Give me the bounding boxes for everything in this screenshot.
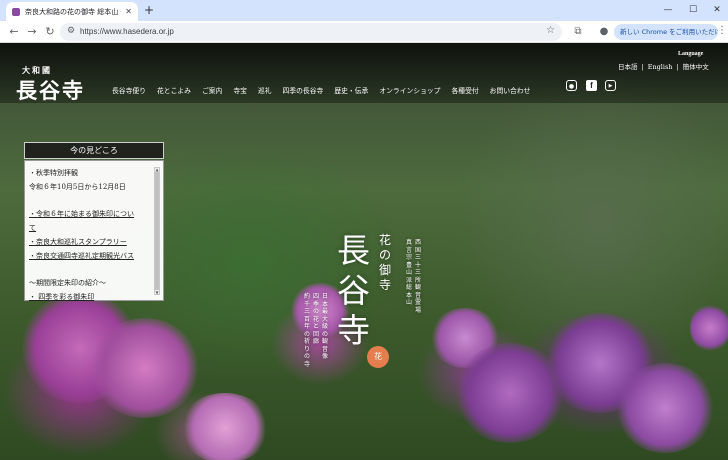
scroll-down-arrow-icon[interactable]: ▼ — [155, 290, 159, 295]
notice-title: 今の見どころ — [24, 142, 164, 159]
notice-link[interactable]: て — [29, 221, 151, 235]
browser-toolbar: ← → ↻ ⚙ https://www.hasedera.or.jp ☆ ⧉ ●… — [0, 21, 728, 43]
language-english[interactable]: English — [648, 63, 673, 71]
instagram-icon[interactable]: ● — [566, 80, 577, 91]
notice-spacer — [29, 263, 151, 276]
language-divider: | — [641, 63, 644, 71]
notice-content: ・秋季特別拝観 令和６年10月5日から12月8日 ・令和６年に始まる御朱印につい… — [29, 166, 151, 304]
nav-item-flowers[interactable]: 花とこよみ — [157, 85, 191, 95]
hydrangea-image — [690, 303, 728, 353]
hero-caption: 西国三十三所観音霊場 — [415, 239, 422, 314]
chrome-update-button[interactable]: 新しい Chrome をご利用いただけます — [614, 24, 718, 40]
chrome-menu-icon[interactable]: ⋮ — [717, 25, 727, 36]
tab-close-icon[interactable]: ✕ — [125, 7, 132, 16]
hydrangea-image — [90, 318, 200, 418]
forward-arrow-icon[interactable]: → — [24, 24, 40, 40]
nav-item-treasures[interactable]: 寺宝 — [233, 85, 247, 95]
browser-tab[interactable]: 奈良大和路の花の御寺 総本山 長谷寺 ✕ — [6, 2, 138, 21]
hero-description: 四季の花と回廊 — [313, 293, 320, 345]
profile-icon[interactable]: ● — [597, 25, 611, 39]
new-tab-button[interactable]: + — [142, 3, 156, 17]
notice-line: ～期間限定朱印の紹介～ — [29, 279, 106, 287]
nav-item-contact[interactable]: お問い合わせ — [490, 85, 531, 95]
hero-title: 長谷寺 — [337, 231, 370, 350]
nav-item-news[interactable]: 長谷寺便り — [112, 85, 146, 95]
site-logo[interactable]: 長谷寺 — [16, 75, 85, 105]
bookmark-star-icon[interactable]: ☆ — [546, 25, 555, 36]
hero-seal-icon: 花 — [367, 346, 389, 368]
website-viewport: 大和國 長谷寺 長谷寺便り 花とこよみ ご案内 寺宝 巡礼 四季の長谷寺 歴史・… — [0, 43, 728, 460]
notice-panel: ・秋季特別拝観 令和６年10月5日から12月8日 ・令和６年に始まる御朱印につい… — [24, 160, 164, 301]
notice-line: 令和６年10月5日から12月8日 — [29, 183, 126, 191]
address-bar[interactable]: ⚙ https://www.hasedera.or.jp ☆ — [60, 23, 562, 41]
notice-link[interactable]: ・奈良交通四寺巡礼定期観光バス — [29, 249, 151, 263]
tab-title: 奈良大和路の花の御寺 総本山 長谷寺 — [25, 7, 121, 16]
notice-scrollbar[interactable]: ▲ ▼ — [154, 167, 160, 295]
nav-item-guide[interactable]: ご案内 — [202, 85, 222, 95]
language-divider: | — [676, 63, 679, 71]
nav-item-seasons[interactable]: 四季の長谷寺 — [283, 85, 324, 95]
nav-item-history[interactable]: 歴史・伝承 — [334, 85, 368, 95]
language-label: Language — [678, 51, 704, 57]
language-japanese[interactable]: 日本語 — [618, 63, 638, 71]
extensions-icon[interactable]: ⧉ — [571, 25, 585, 39]
hero-description: 日本最大級の観音像 — [322, 293, 329, 360]
nav-item-reception[interactable]: 各種受付 — [451, 85, 478, 95]
site-header: 大和國 長谷寺 長谷寺便り 花とこよみ ご案内 寺宝 巡礼 四季の長谷寺 歴史・… — [0, 43, 728, 103]
notice-link[interactable]: ・ 四季を彩る御朱印 — [29, 290, 151, 304]
nav-item-shop[interactable]: オンラインショップ — [379, 85, 440, 95]
global-nav: 長谷寺便り 花とこよみ ご案内 寺宝 巡礼 四季の長谷寺 歴史・伝承 オンライン… — [112, 85, 530, 95]
hydrangea-image — [615, 363, 715, 453]
browser-tabstrip: 奈良大和路の花の御寺 総本山 長谷寺 ✕ + — ☐ ✕ — [0, 0, 728, 21]
site-favicon-icon — [12, 7, 20, 16]
hero-subtitle: 花の御寺 — [379, 233, 392, 292]
back-arrow-icon[interactable]: ← — [6, 24, 22, 40]
facebook-icon[interactable]: f — [586, 80, 597, 91]
minimize-button[interactable]: — — [657, 2, 679, 18]
notice-scroll-thumb[interactable] — [155, 172, 159, 290]
hero-caption: 真言宗豊山派総本山 — [406, 239, 413, 306]
notice-link[interactable]: ・令和６年に始まる御朱印につい — [29, 207, 151, 221]
close-window-button[interactable]: ✕ — [706, 2, 728, 18]
hydrangea-image — [180, 393, 270, 460]
language-switcher: 日本語 | English | 簡体中文 — [618, 61, 713, 71]
hero-description: 約千三百年の祈りの寺 — [304, 293, 311, 368]
site-info-icon[interactable]: ⚙ — [67, 26, 75, 36]
language-chinese[interactable]: 簡体中文 — [683, 63, 709, 71]
url-text[interactable]: https://www.hasedera.or.jp — [80, 27, 174, 36]
reload-icon[interactable]: ↻ — [42, 24, 58, 40]
nav-item-pilgrimage[interactable]: 巡礼 — [258, 85, 272, 95]
youtube-icon[interactable]: ▶ — [605, 80, 616, 91]
notice-spacer — [29, 194, 151, 207]
notice-link[interactable]: ・奈良大和巡礼スタンプラリー — [29, 235, 151, 249]
maximize-button[interactable]: ☐ — [682, 2, 704, 18]
notice-line: ・秋季特別拝観 — [29, 169, 78, 177]
